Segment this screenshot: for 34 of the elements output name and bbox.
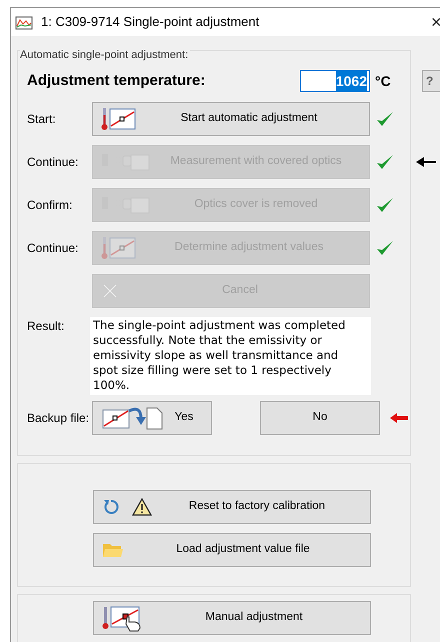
window-title: 1: C309-9714 Single-point adjustment [41,13,260,32]
checkmark-icon [376,240,394,256]
thermometer-chart-icon [101,107,137,131]
temperature-input[interactable]: 1062 [300,70,370,92]
reset-icon [102,498,120,516]
group-title: Automatic single-point adjustment: [20,47,190,64]
action-button[interactable]: Manual adjustment [93,601,371,635]
backup-button[interactable]: Yes [92,401,212,435]
result-text: The single-point adjustment was completed successfully. Note that the emissivity or emissivity slope as well transmittance and spot size filling were set to 1 respectively 100%. [90,317,371,395]
backup-label: Backup file: [27,410,90,427]
temperature-label: Adjustment temperature: [27,70,206,91]
thermometer-chart-icon [101,236,137,260]
step-label: Continue: [27,155,78,169]
left-arrow-icon [390,413,408,423]
cross-icon [101,282,119,300]
action-button[interactable]: Reset to factory calibration [93,490,371,524]
backup-button[interactable]: No [260,401,380,435]
warning-icon [132,498,152,516]
help-button[interactable]: ? [422,70,440,92]
action-button[interactable]: Load adjustment value file [93,533,371,567]
left-arrow-icon [416,157,436,167]
unit-label: °C [375,72,391,90]
chart-to-file-icon [101,405,165,431]
result-label: Result: [27,318,66,335]
app-icon [15,14,33,30]
folder-icon [102,541,124,559]
step-button[interactable]: Start automatic adjustment [92,102,370,136]
step-label: Start: [27,112,56,126]
step-label: Confirm: [27,198,72,212]
close-button[interactable]: × [431,13,440,31]
checkmark-icon [376,197,394,213]
step-label: Continue: [27,241,78,255]
checkmark-icon [376,111,394,127]
checkmark-icon [376,154,394,170]
